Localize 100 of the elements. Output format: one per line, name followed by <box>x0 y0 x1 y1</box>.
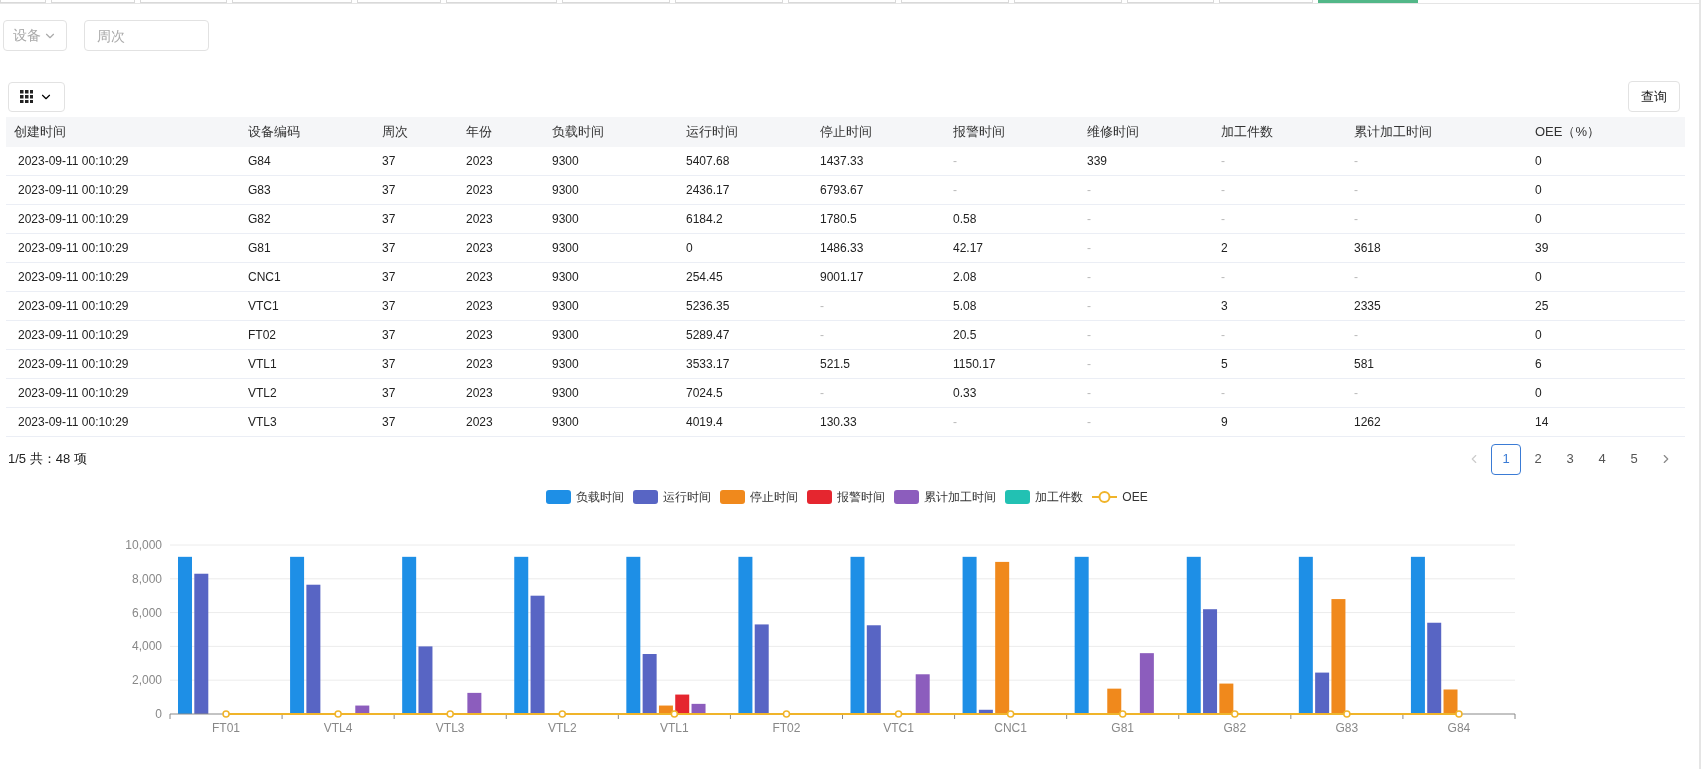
table-cell-text: VTL3 <box>248 414 277 431</box>
axis-category-label: FT02 <box>772 721 801 735</box>
table-cell-text: 37 <box>382 356 396 373</box>
tab[interactable] <box>51 0 135 3</box>
page-button[interactable]: 2 <box>1523 443 1553 475</box>
table-cell-text: CNC1 <box>248 269 281 286</box>
page-button[interactable]: 5 <box>1619 443 1649 475</box>
column-header: 创建时间 <box>6 117 240 147</box>
table-cell-text: 1437.33 <box>820 153 864 170</box>
table-cell-text: 20.5 <box>953 327 977 344</box>
table-cell-text: - <box>953 182 957 199</box>
table-cell-text: 2023 <box>466 269 493 286</box>
axis-category-label: VTL3 <box>435 721 465 735</box>
column-header: OEE（%） <box>1527 117 1685 147</box>
tab[interactable] <box>675 0 783 3</box>
table-cell-text: 42.17 <box>953 240 984 257</box>
tab[interactable] <box>446 0 557 3</box>
tab[interactable] <box>1014 0 1122 3</box>
column-header: 报警时间 <box>945 117 1079 147</box>
column-header: 加工件数 <box>1213 117 1346 147</box>
table-cell-text: G81 <box>248 240 271 257</box>
table-cell-text: 7024.5 <box>686 385 723 402</box>
axis-tick-label: 8,000 <box>131 571 162 586</box>
column-settings-button[interactable] <box>8 81 65 112</box>
page-button[interactable]: 1 <box>1491 443 1521 475</box>
table-cell-text: 2023-09-11 00:10:29 <box>17 240 129 257</box>
table-cell-text: 0.58 <box>953 211 977 228</box>
column-header: 负载时间 <box>544 117 678 147</box>
table-cell-text: VTL1 <box>248 356 277 373</box>
legend-line-marker <box>1092 490 1118 504</box>
tab[interactable] <box>901 0 1009 3</box>
legend-label[interactable]: 报警时间 <box>837 488 886 506</box>
table-cell-text: 2023 <box>466 240 493 257</box>
table-cell-text: VTC1 <box>248 298 279 315</box>
table-cell-text: G84 <box>248 153 271 170</box>
legend-label[interactable]: 累计加工时间 <box>924 488 997 506</box>
table-cell-text: 0 <box>686 240 693 257</box>
table-cell-text: 0 <box>1535 269 1542 286</box>
tab[interactable] <box>788 0 896 3</box>
axis-category-label: CNC1 <box>994 721 1027 735</box>
tab[interactable] <box>140 0 227 3</box>
table-cell-text: 0 <box>1535 211 1542 228</box>
week-field[interactable]: 周次 <box>84 20 209 51</box>
axis-tick-label: 2,000 <box>131 673 162 688</box>
tab[interactable] <box>1127 0 1214 3</box>
tab[interactable] <box>232 0 352 3</box>
table-cell-text: 9 <box>1221 414 1228 431</box>
legend-label[interactable]: 运行时间 <box>663 488 712 506</box>
legend-swatch <box>633 490 659 504</box>
tab[interactable] <box>357 0 441 3</box>
table-cell-text: - <box>1221 327 1225 344</box>
table-cell-text: 2023-09-11 00:10:29 <box>17 414 129 431</box>
legend-label[interactable]: 负载时间 <box>576 488 625 506</box>
table-cell-text: 0 <box>1535 182 1542 199</box>
table-cell-text: 2023 <box>466 385 493 402</box>
table-cell-text: 37 <box>382 211 396 228</box>
legend-label[interactable]: 停止时间 <box>750 488 799 506</box>
bar <box>467 692 482 714</box>
table-cell-text: 581 <box>1354 356 1375 373</box>
table-cell-text: 2436.17 <box>686 182 730 199</box>
tab[interactable] <box>1318 0 1418 3</box>
page-button[interactable]: 4 <box>1587 443 1617 475</box>
table-cell-text: 9300 <box>552 153 579 170</box>
table-cell-text: - <box>820 385 824 402</box>
table-cell-text: 2023 <box>466 414 493 431</box>
table-cell-text: - <box>1221 153 1225 170</box>
table-cell-text: 14 <box>1535 414 1549 431</box>
page-button[interactable]: 3 <box>1555 443 1585 475</box>
tab[interactable] <box>0 0 46 3</box>
table-cell-text: 3618 <box>1354 240 1381 257</box>
table-cell-text: 9300 <box>552 240 579 257</box>
tab[interactable] <box>1219 0 1313 3</box>
table-cell-text: 2 <box>1221 240 1228 257</box>
tab[interactable] <box>562 0 670 3</box>
pagination-summary: 1/5 共：48 项 <box>8 450 87 469</box>
table-cell-text: 9300 <box>552 356 579 373</box>
table-cell-text: 9300 <box>552 385 579 402</box>
legend-label[interactable]: 加工件数 <box>1035 488 1084 506</box>
bar <box>355 705 370 714</box>
table-cell-text: 2023-09-11 00:10:29 <box>17 211 129 228</box>
column-header: 周次 <box>374 117 458 147</box>
legend-label[interactable]: OEE <box>1122 488 1148 506</box>
table-cell-text: 5289.47 <box>686 327 730 344</box>
table-cell-text: G83 <box>248 182 271 199</box>
table-cell-text: - <box>1087 240 1091 257</box>
grid-icon <box>20 90 33 103</box>
axis-category-label: FT01 <box>212 721 241 735</box>
axis-tick-label: 6,000 <box>131 605 162 620</box>
table-cell-text: 130.33 <box>820 414 857 431</box>
table-cell-text: - <box>1354 327 1358 344</box>
table-cell-text: - <box>1221 385 1225 402</box>
table-cell-text: 1150.17 <box>953 356 996 373</box>
table-cell-text: 2023 <box>466 211 493 228</box>
table-cell-text: FT02 <box>248 327 276 344</box>
table-cell-text: 37 <box>382 269 396 286</box>
table-cell-text: - <box>1354 385 1358 402</box>
legend-swatch <box>720 490 746 504</box>
table-cell-text: - <box>1087 182 1091 199</box>
query-button[interactable]: 查询 <box>1628 81 1680 112</box>
column-header: 停止时间 <box>812 117 945 147</box>
